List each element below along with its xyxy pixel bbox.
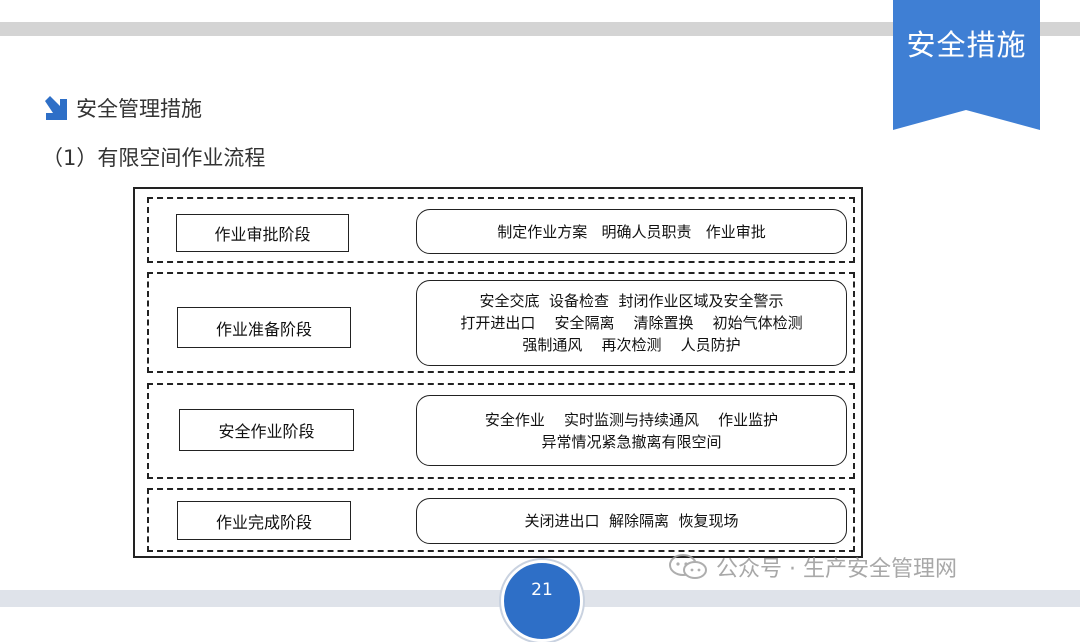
stage-completion-label: 作业完成阶段 <box>177 501 351 540</box>
stage-approval-label: 作业审批阶段 <box>176 214 349 252</box>
sub-heading: （1）有限空间作业流程 <box>42 146 266 170</box>
detail-line: 异常情况紧急撤离有限空间 <box>541 432 722 451</box>
detail-line: 打开进出口 安全隔离 清除置换 初始气体检测 <box>460 314 803 332</box>
stage-operation-detail: 安全作业 实时监测与持续通风 作业监护 异常情况紧急撤离有限空间 <box>416 395 847 466</box>
detail-line: 关闭进出口 解除隔离 恢复现场 <box>524 512 739 530</box>
watermark-text: 公众号 · 生产安全管理网 <box>716 557 957 582</box>
stage-preparation-detail: 安全交底 设备检查 封闭作业区域及安全警示 打开进出口 安全隔离 清除置换 初始… <box>416 280 847 366</box>
stage-preparation-label: 作业准备阶段 <box>177 307 351 348</box>
section-heading: 安全管理措施 <box>42 93 202 123</box>
detail-line: 制定作业方案 明确人员职责 作业审批 <box>497 222 766 241</box>
stage-completion-detail: 关闭进出口 解除隔离 恢复现场 <box>416 498 847 544</box>
section-heading-text: 安全管理措施 <box>76 97 202 121</box>
page-number-badge <box>501 560 583 642</box>
page-number: 21 <box>531 580 553 600</box>
watermark: 公众号 · 生产安全管理网 <box>668 551 957 583</box>
stage-approval-detail: 制定作业方案 明确人员职责 作业审批 <box>416 209 847 254</box>
arrow-down-right-icon <box>45 96 67 120</box>
detail-line: 安全交底 设备检查 封闭作业区域及安全警示 <box>479 292 784 310</box>
detail-line: 强制通风 再次检测 人员防护 <box>522 336 741 354</box>
stage-operation-label: 安全作业阶段 <box>179 409 354 451</box>
section-badge-title: 安全措施 <box>906 28 1027 62</box>
detail-line: 安全作业 实时监测与持续通风 作业监护 <box>484 410 779 429</box>
section-badge: 安全措施 <box>893 0 1040 130</box>
chat-bubble-icon <box>669 554 707 579</box>
